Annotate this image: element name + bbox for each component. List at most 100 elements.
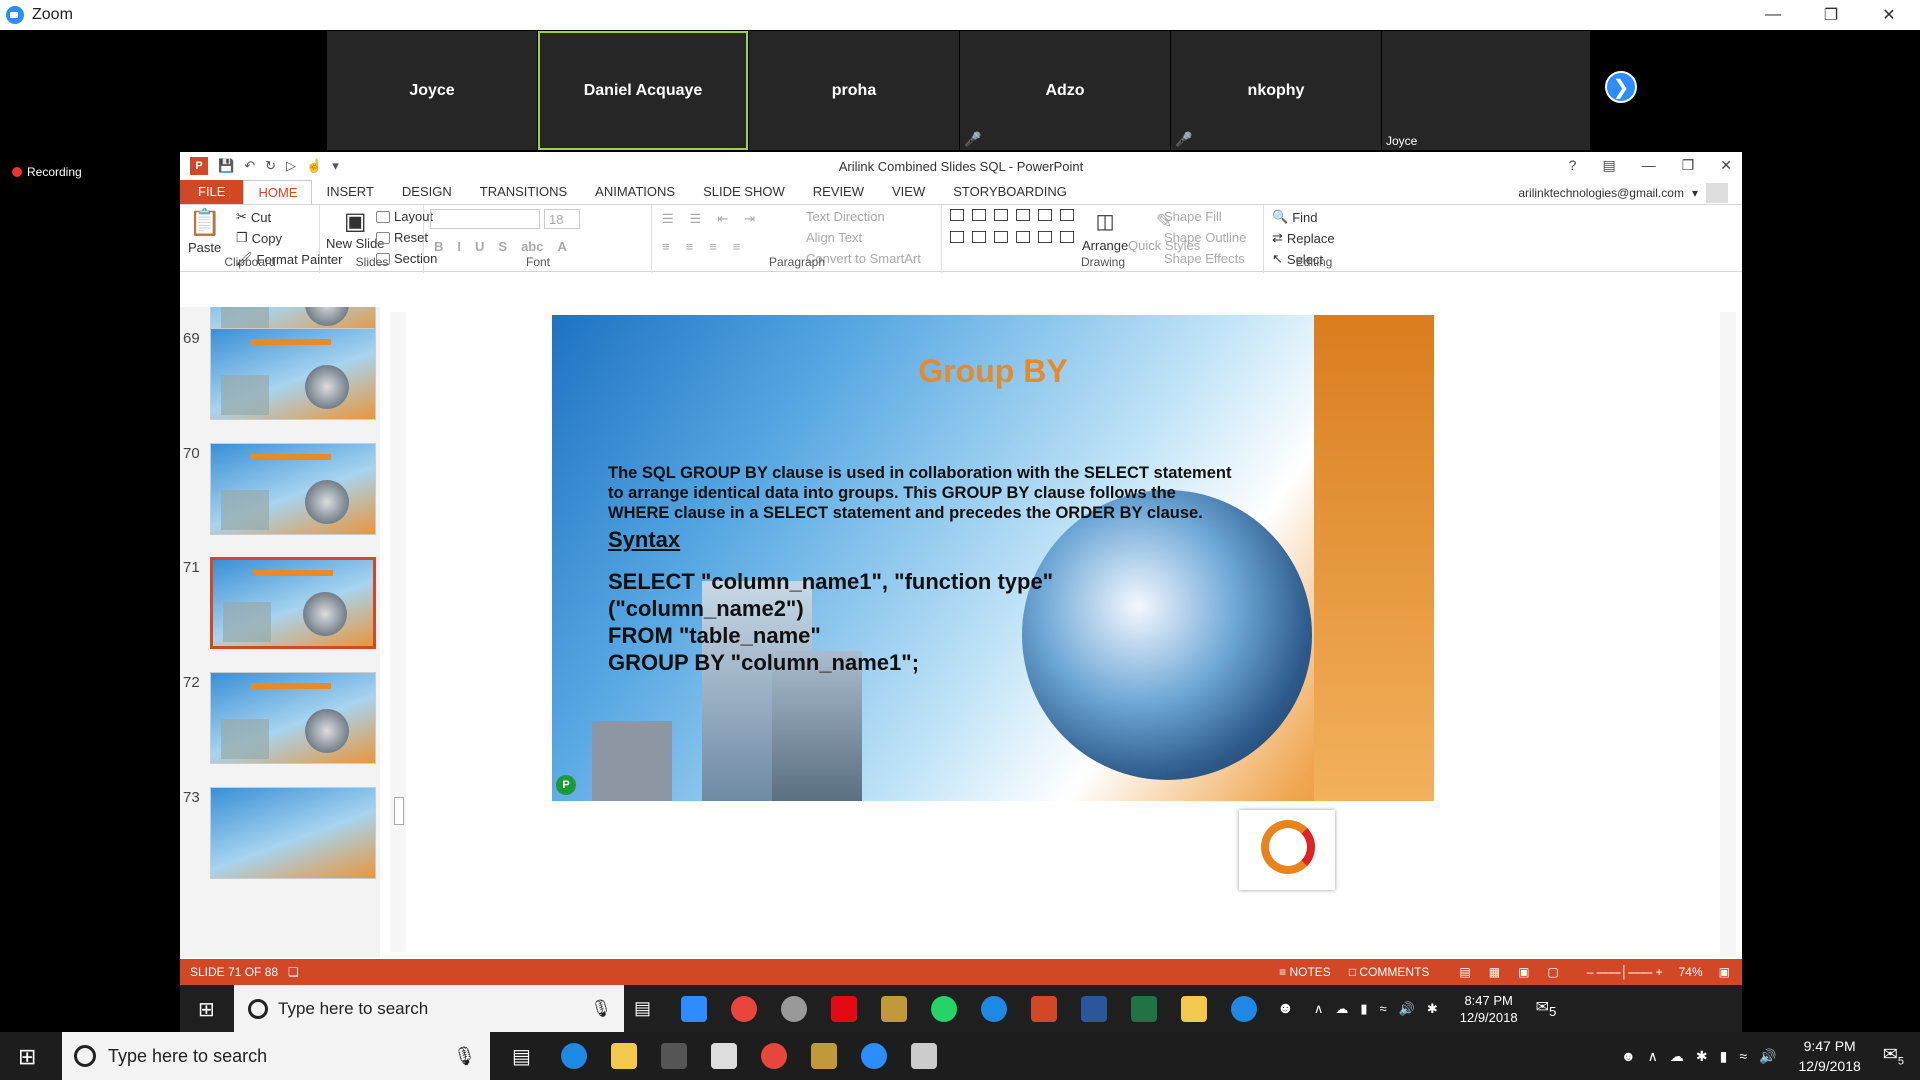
reset-button[interactable]: Reset xyxy=(376,230,428,245)
tab-insert[interactable]: INSERT xyxy=(312,180,387,204)
align-right-icon[interactable]: ≡ xyxy=(709,239,717,254)
ribbon-display-icon[interactable]: ▤ xyxy=(1602,157,1615,174)
thumbnail-scrollbar[interactable] xyxy=(390,312,406,952)
shared-search-box[interactable]: Type here to search 🎙 xyxy=(234,985,624,1032)
slide-thumbnail[interactable] xyxy=(210,443,376,535)
syntax-heading[interactable]: Syntax xyxy=(608,527,680,553)
file-explorer-icon[interactable] xyxy=(610,1043,637,1069)
participant-tile[interactable]: nkophy 🎤 xyxy=(1171,31,1381,150)
system-tray[interactable]: ∧☁▮≈🔊✱ xyxy=(1314,1001,1450,1017)
underline-icon[interactable]: U xyxy=(475,239,484,254)
ppt-close-button[interactable]: ✕ xyxy=(1720,157,1732,174)
view-buttons[interactable]: ▤▦▣▢ xyxy=(1459,965,1576,979)
store-icon[interactable] xyxy=(660,1043,687,1069)
slide-thumbnail[interactable] xyxy=(210,328,376,420)
outdent-icon[interactable]: ⇥ xyxy=(744,211,755,227)
italic-icon[interactable]: I xyxy=(457,239,461,254)
shadow-icon[interactable]: S xyxy=(498,239,507,254)
slide-canvas[interactable]: Group BY The SQL GROUP BY clause is used… xyxy=(552,315,1434,801)
spellcheck-icon[interactable]: ❏ xyxy=(288,965,299,979)
font-size-box[interactable]: 18 xyxy=(544,209,580,229)
font-name-box[interactable] xyxy=(430,209,540,229)
zoom-level[interactable]: 74% xyxy=(1679,965,1703,979)
tab-storyboarding[interactable]: STORYBOARDING xyxy=(939,180,1081,204)
local-search-box[interactable]: Type here to search 🎙 xyxy=(62,1032,490,1080)
zoom-app-icon[interactable] xyxy=(860,1043,887,1069)
replace-button[interactable]: ⇄ Replace xyxy=(1272,230,1335,246)
shapes-gallery-row2[interactable] xyxy=(950,231,1078,243)
tab-transitions[interactable]: TRANSITIONS xyxy=(466,180,581,204)
slide-thumbnail-selected[interactable] xyxy=(210,557,376,649)
shape-outline-button[interactable]: Shape Outline xyxy=(1164,230,1246,245)
font-color-icon[interactable]: A xyxy=(557,239,566,254)
indent-icon[interactable]: ⇤ xyxy=(717,211,728,227)
account-area[interactable]: arilinktechnologies@gmail.com ▾ xyxy=(1518,183,1728,203)
mail-icon[interactable] xyxy=(710,1043,737,1069)
account-email[interactable]: arilinktechnologies@gmail.com xyxy=(1518,186,1684,200)
file-explorer-icon[interactable] xyxy=(1181,995,1208,1022)
participant-tile[interactable]: Joyce xyxy=(1382,31,1590,150)
notes-button[interactable]: ≡ NOTES xyxy=(1279,965,1331,979)
align-text-button[interactable]: Align Text xyxy=(806,230,862,245)
word-icon[interactable] xyxy=(1081,995,1108,1022)
windows-start-icon[interactable]: ⊞ xyxy=(198,997,215,1022)
minimize-button[interactable]: — xyxy=(1744,0,1802,30)
strikethrough-icon[interactable]: abc xyxy=(521,239,543,254)
arrange-button[interactable]: ◫ Arrange xyxy=(1082,209,1128,253)
powerpoint-taskbar-icon[interactable] xyxy=(1031,995,1058,1022)
zoom-app-icon[interactable] xyxy=(681,995,708,1022)
slide-body-text[interactable]: The SQL GROUP BY clause is used in colla… xyxy=(608,463,1238,523)
help-app-icon[interactable] xyxy=(1231,995,1258,1022)
paste-button[interactable]: 📋 Paste xyxy=(188,207,221,255)
edge-icon[interactable] xyxy=(560,1043,587,1069)
shared-clock[interactable]: 8:47 PM 12/9/2018 xyxy=(1460,992,1518,1026)
slide-scrollbar[interactable] xyxy=(1720,312,1736,957)
mic-icon[interactable]: 🎙 xyxy=(590,999,612,1019)
avatar[interactable] xyxy=(1706,183,1728,203)
people-icon[interactable]: ☻ xyxy=(1277,1000,1294,1018)
align-center-icon[interactable]: ≡ xyxy=(686,239,694,254)
participant-tile-active[interactable]: Daniel Acquaye xyxy=(538,31,748,150)
syntax-code[interactable]: SELECT "column_name1", "function type" (… xyxy=(608,568,1053,676)
tab-review[interactable]: REVIEW xyxy=(799,180,878,204)
cut-button[interactable]: ✂ Cut xyxy=(236,209,271,225)
windows-start-icon[interactable]: ⊞ xyxy=(18,1044,36,1070)
shape-fill-button[interactable]: Shape Fill xyxy=(1164,209,1222,224)
participant-tile[interactable]: Joyce xyxy=(327,31,537,150)
next-page-arrow-icon[interactable]: ❯ xyxy=(1605,71,1637,103)
bold-icon[interactable]: B xyxy=(434,239,443,254)
task-view-icon[interactable]: ▤ xyxy=(512,1044,531,1069)
slide-title[interactable]: Group BY xyxy=(552,353,1434,390)
excel-icon[interactable] xyxy=(1131,995,1158,1022)
notification-icon[interactable]: ✉5 xyxy=(1536,997,1557,1019)
copy-button[interactable]: ❐ Copy xyxy=(236,230,282,246)
task-view-icon[interactable]: ▤ xyxy=(634,998,651,1019)
tab-file[interactable]: FILE xyxy=(180,180,244,204)
thumbnail-scroll-thumb[interactable] xyxy=(394,797,404,825)
cloud-app-icon[interactable] xyxy=(781,995,808,1022)
netflix-icon[interactable] xyxy=(831,995,858,1022)
comments-button[interactable]: □ COMMENTS xyxy=(1349,965,1430,979)
tools-app-icon[interactable] xyxy=(881,995,908,1022)
slide-thumbnail[interactable] xyxy=(210,787,376,879)
teamviewer-icon[interactable] xyxy=(981,995,1008,1022)
photos-icon[interactable] xyxy=(910,1043,937,1069)
dropdown-icon[interactable]: ▾ xyxy=(1692,186,1698,200)
slide-thumbnail[interactable] xyxy=(210,672,376,764)
tools-app-icon[interactable] xyxy=(810,1043,837,1069)
mic-icon[interactable]: 🎙 xyxy=(453,1046,476,1067)
shapes-gallery[interactable] xyxy=(950,209,1078,221)
fit-to-window-icon[interactable]: ▣ xyxy=(1719,965,1730,979)
system-tray[interactable]: ☻∧☁✱▮≈🔊 xyxy=(1621,1048,1789,1065)
close-button[interactable]: ✕ xyxy=(1860,0,1918,30)
font-format-buttons[interactable]: B I U Sabc A xyxy=(434,239,567,254)
list-buttons[interactable]: ☰ ☰ ⇤ ⇥ xyxy=(662,211,755,227)
ppt-restore-button[interactable]: ❐ xyxy=(1682,157,1695,174)
chrome-icon[interactable] xyxy=(760,1043,787,1069)
tab-view[interactable]: VIEW xyxy=(878,180,939,204)
tab-home[interactable]: HOME xyxy=(243,180,313,204)
help-icon[interactable]: ? xyxy=(1569,157,1577,174)
find-button[interactable]: 🔍 Find xyxy=(1272,209,1317,225)
numbering-icon[interactable]: ☰ xyxy=(690,211,702,227)
tab-animations[interactable]: ANIMATIONS xyxy=(581,180,689,204)
